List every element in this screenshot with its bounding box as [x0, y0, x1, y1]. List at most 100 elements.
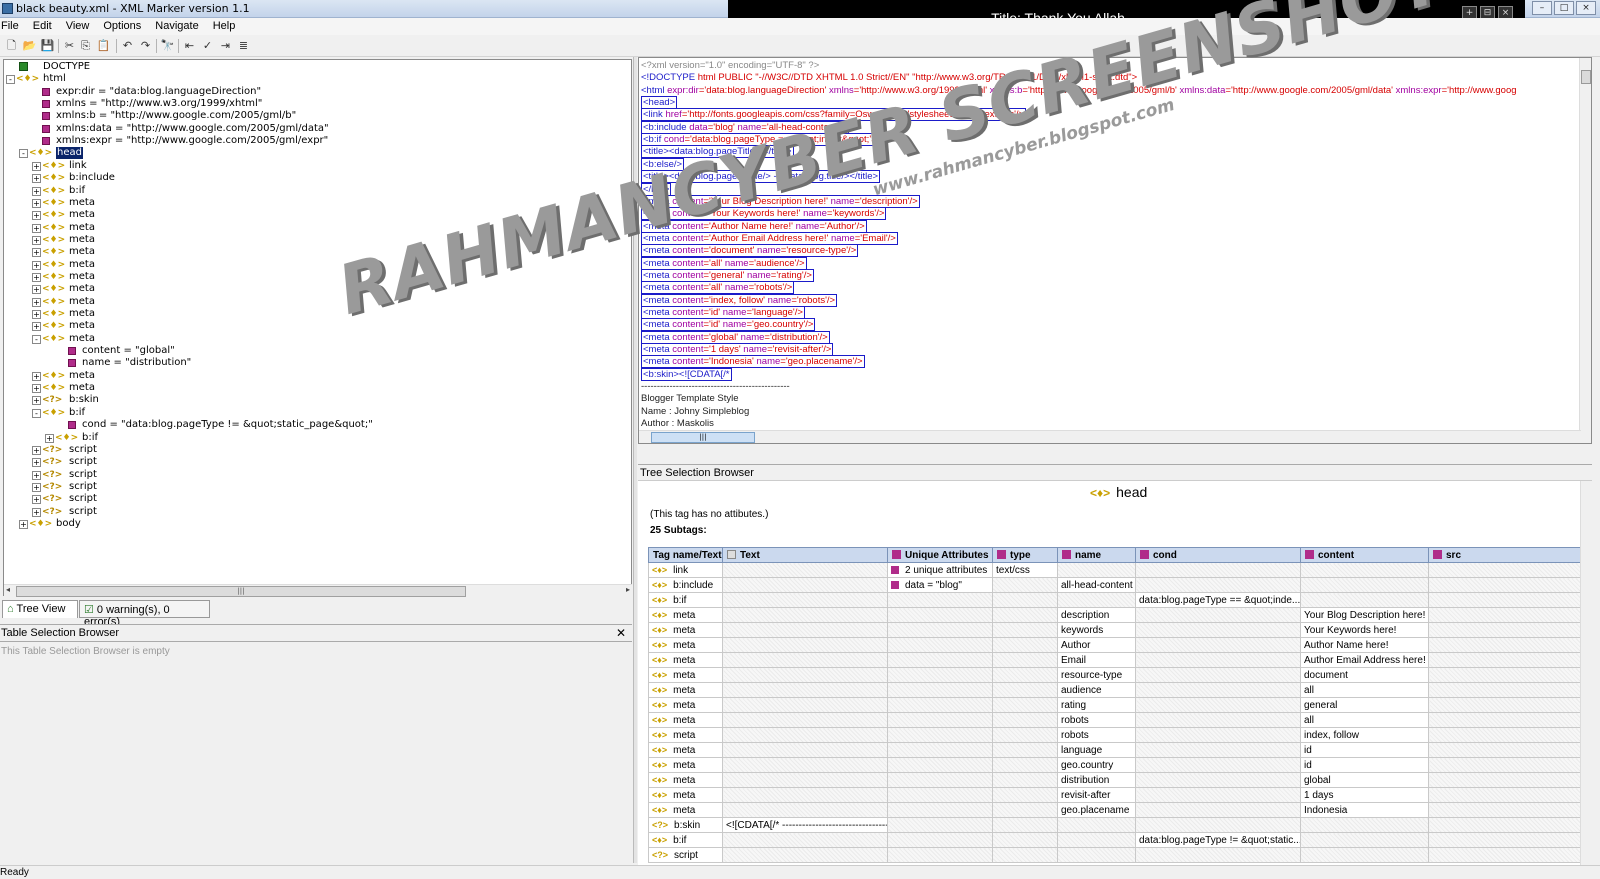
cell-tag[interactable]: <♦> meta — [648, 757, 723, 773]
expand-icon[interactable]: + — [32, 495, 41, 505]
cell-content[interactable]: id — [1300, 757, 1429, 773]
column-header[interactable]: src — [1428, 547, 1581, 563]
minimize-button[interactable]: – — [1532, 1, 1552, 15]
cell-text[interactable] — [722, 577, 888, 593]
source-line[interactable]: <link href='http://fonts.googleapis.com/… — [641, 108, 1027, 122]
cell-text[interactable] — [722, 772, 888, 788]
collapse-icon[interactable]: - — [19, 149, 28, 159]
cell-content[interactable]: Your Keywords here! — [1300, 622, 1429, 638]
cell-src[interactable] — [1428, 847, 1581, 863]
source-line[interactable]: Name : Johny Simpleblog — [641, 406, 749, 418]
menu-options[interactable]: Options — [96, 18, 148, 32]
cell-content[interactable]: all — [1300, 682, 1429, 698]
cell-text[interactable] — [722, 727, 888, 743]
tab-warnings[interactable]: ☑ 0 warning(s), 0 error(s) — [79, 600, 210, 628]
cell-ua[interactable] — [887, 622, 993, 638]
source-vertical-scrollbar[interactable] — [1579, 58, 1591, 443]
scroll-left-icon[interactable]: ◂ — [6, 585, 10, 594]
column-header[interactable]: Tag name/Text — [648, 547, 723, 563]
cell-tag[interactable]: <♦> meta — [648, 712, 723, 728]
new-file-icon[interactable]: 🗋 — [4, 38, 19, 53]
cell-text[interactable] — [722, 562, 888, 578]
menu-help[interactable]: Help — [206, 18, 243, 32]
cell-type[interactable] — [992, 607, 1058, 623]
table-row[interactable]: <♦> meta description Your Blog Description … — [648, 607, 1581, 623]
cell-src[interactable] — [1428, 607, 1581, 623]
scroll-thumb[interactable] — [1581, 70, 1591, 84]
cell-src[interactable] — [1428, 742, 1581, 758]
cell-content[interactable]: all — [1300, 712, 1429, 728]
cell-name[interactable]: distribution — [1057, 772, 1136, 788]
cell-tag[interactable]: <♦> meta — [648, 637, 723, 653]
xml-source-view[interactable]: <?xml version="1.0" encoding="UTF-8" ?> <… — [638, 57, 1592, 444]
cell-text[interactable] — [722, 667, 888, 683]
cell-type[interactable] — [992, 637, 1058, 653]
source-line[interactable]: <meta content='Your Blog Description her… — [641, 194, 920, 208]
cell-src[interactable] — [1428, 697, 1581, 713]
tab-tree-view[interactable]: ⌂ Tree View — [2, 600, 78, 618]
table-row[interactable]: <♦> b:include data = "blog" all-head-conten… — [648, 577, 1581, 593]
cell-cond[interactable] — [1135, 682, 1301, 698]
cell-ua[interactable] — [887, 727, 993, 743]
cell-type[interactable] — [992, 742, 1058, 758]
source-line[interactable]: <meta content='id' name='language'/> — [641, 306, 805, 319]
vertical-splitter[interactable] — [633, 57, 637, 863]
table-row[interactable]: <♦> meta robots all — [648, 712, 1581, 728]
cell-ua[interactable] — [887, 772, 993, 788]
cell-type[interactable] — [992, 787, 1058, 803]
source-line[interactable]: <meta content='index, follow' name='robo… — [641, 293, 838, 307]
cell-ua[interactable] — [887, 712, 993, 728]
cell-name[interactable]: all-head-content — [1057, 577, 1136, 593]
source-line[interactable]: <head> — [641, 96, 678, 110]
scroll-thumb[interactable]: ||| — [16, 586, 466, 597]
close-icon[interactable]: ✕ — [616, 626, 626, 640]
cell-type[interactable] — [992, 682, 1058, 698]
cell-cond[interactable] — [1135, 562, 1301, 578]
cell-name[interactable]: audience — [1057, 682, 1136, 698]
cell-name[interactable] — [1057, 592, 1136, 608]
source-line[interactable]: <meta content='all' name='robots'/> — [641, 281, 795, 295]
cell-tag[interactable]: <♦> meta — [648, 682, 723, 698]
cell-tag[interactable]: <♦> meta — [648, 742, 723, 758]
source-line[interactable]: <meta content='Your Keywords here!' name… — [641, 207, 887, 221]
cell-name[interactable] — [1057, 832, 1136, 848]
cell-content[interactable]: general — [1300, 697, 1429, 713]
cell-text[interactable] — [722, 712, 888, 728]
tree-horizontal-scrollbar[interactable]: ◂ ||| ▸ — [4, 584, 632, 597]
scroll-thumb[interactable]: ||| — [651, 432, 755, 443]
redo-icon[interactable]: ↷ — [138, 38, 153, 53]
scroll-right-icon[interactable]: ▸ — [626, 585, 630, 594]
cell-content[interactable] — [1300, 577, 1429, 593]
cell-type[interactable] — [992, 712, 1058, 728]
table-row[interactable]: <♦> meta audience all — [648, 682, 1581, 698]
close-button[interactable]: × — [1576, 1, 1596, 15]
cell-ua[interactable] — [887, 817, 993, 833]
source-line[interactable]: <?xml version="1.0" encoding="UTF-8" ?> — [641, 60, 819, 72]
cell-content[interactable] — [1300, 562, 1429, 578]
cell-name[interactable]: rating — [1057, 697, 1136, 713]
cell-ua[interactable] — [887, 697, 993, 713]
cell-content[interactable]: index, follow — [1300, 727, 1429, 743]
source-line[interactable]: <meta content='id' name='geo.country'/> — [641, 318, 816, 332]
column-header[interactable]: type — [992, 547, 1058, 563]
cell-name[interactable]: robots — [1057, 727, 1136, 743]
cell-ua[interactable]: data = "blog" — [887, 577, 993, 593]
expand-icon[interactable]: + — [32, 310, 41, 319]
cell-content[interactable]: Your Blog Description here! — [1300, 607, 1429, 623]
cell-cond[interactable] — [1135, 757, 1301, 773]
cell-type[interactable] — [992, 697, 1058, 713]
cell-ua[interactable] — [887, 832, 993, 848]
table-row[interactable]: <♦> meta Email Author Email Address here! — [648, 652, 1581, 668]
cell-text[interactable] — [722, 682, 888, 698]
cell-ua[interactable] — [887, 742, 993, 758]
table-row[interactable]: <♦> meta geo.country id — [648, 757, 1581, 773]
cell-name[interactable]: geo.country — [1057, 757, 1136, 773]
paste-icon[interactable]: 📋 — [96, 38, 111, 53]
cell-text[interactable] — [722, 787, 888, 803]
cell-ua[interactable] — [887, 607, 993, 623]
list-icon[interactable]: ≣ — [236, 38, 251, 53]
browser-vertical-scrollbar[interactable] — [1580, 481, 1592, 865]
cell-name[interactable]: geo.placename — [1057, 802, 1136, 818]
cell-type[interactable] — [992, 622, 1058, 638]
cell-tag[interactable]: <♦> meta — [648, 667, 723, 683]
